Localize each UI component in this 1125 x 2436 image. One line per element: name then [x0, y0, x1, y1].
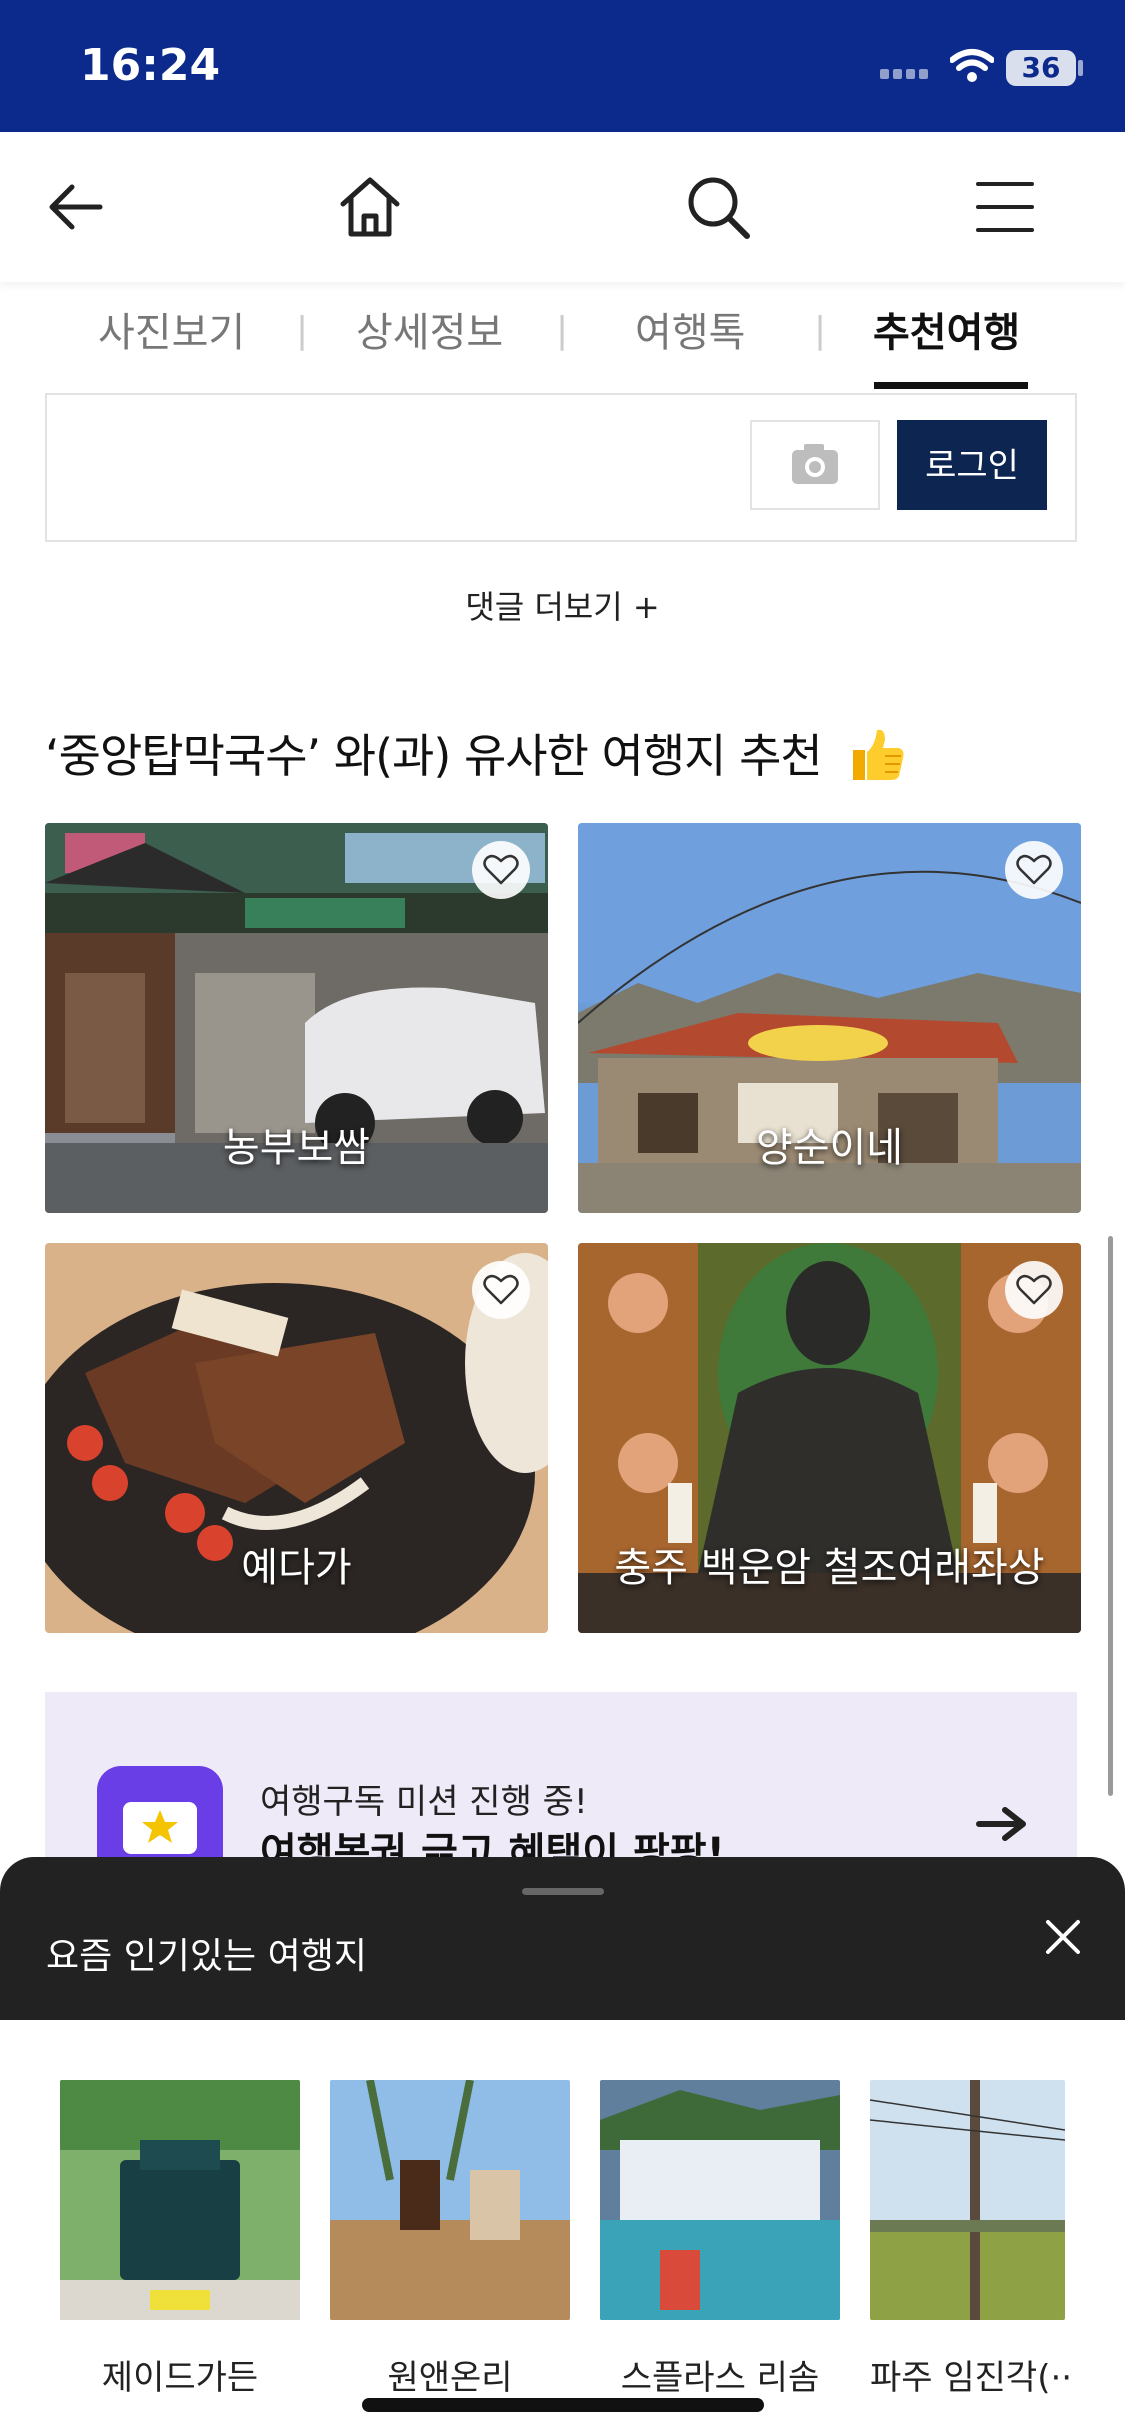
bottom-sheet-title: 요즘 인기있는 여행지	[46, 1936, 367, 1977]
arrow-right-icon	[976, 1807, 1026, 1841]
favorite-button[interactable]	[1005, 841, 1063, 899]
more-comments-link[interactable]: 댓글 더보기 +	[0, 582, 1125, 628]
active-tab-indicator	[874, 382, 1028, 389]
heart-icon	[483, 1274, 519, 1305]
heart-icon	[1016, 1274, 1052, 1305]
tab-separator: |	[814, 310, 827, 351]
favorite-button[interactable]	[472, 841, 530, 899]
scrollbar[interactable]	[1108, 1236, 1113, 1796]
popular-destination-image[interactable]	[60, 2080, 300, 2320]
cellular-signal-icon	[880, 64, 932, 79]
tab-separator: |	[556, 310, 569, 351]
section-title: ‘중앙탑막국수’ 와(과) 유사한 여행지 추천	[45, 720, 909, 786]
wifi-icon	[950, 49, 994, 82]
popular-destination-label: 원앤온리	[387, 2358, 513, 2398]
recommendation-card[interactable]: 충주 백운암 철조여래좌상	[578, 1243, 1081, 1633]
tab-details[interactable]: 상세정보	[356, 300, 503, 358]
card-label: 예다가	[241, 1545, 352, 1591]
photo-attach-button[interactable]	[750, 420, 880, 510]
tab-separator: |	[296, 310, 309, 351]
card-label: 충주 백운암 철조여래좌상	[614, 1545, 1045, 1591]
battery-icon: 36	[1006, 50, 1076, 86]
search-icon[interactable]	[683, 172, 753, 242]
popular-destination-image[interactable]	[600, 2080, 840, 2320]
home-icon[interactable]	[335, 172, 405, 242]
banner-subtitle: 여행구독 미션 진행 중!	[260, 1782, 588, 1822]
back-arrow-icon[interactable]	[40, 172, 110, 242]
drag-handle[interactable]	[522, 1888, 604, 1895]
card-label: 농부보쌈	[222, 1125, 371, 1171]
popular-destination-label: 제이드가든	[101, 2358, 259, 2398]
camera-icon	[792, 444, 838, 484]
top-nav-bar	[0, 132, 1125, 282]
favorite-button[interactable]	[472, 1261, 530, 1319]
popular-destination-image[interactable]	[870, 2080, 1065, 2320]
recommendation-card[interactable]: 예다가	[45, 1243, 548, 1633]
section-title-text: ‘중앙탑막국수’ 와(과) 유사한 여행지 추천	[45, 729, 823, 783]
card-label: 양순이네	[755, 1125, 904, 1171]
popular-destination-image[interactable]	[330, 2080, 570, 2320]
thumbs-up-icon	[853, 729, 904, 780]
battery-tip	[1078, 60, 1083, 76]
popular-destination-label: 파주 임진각(··	[870, 2358, 1073, 2398]
menu-icon[interactable]	[970, 172, 1040, 242]
status-time: 16:24	[80, 40, 221, 91]
recommendation-card[interactable]: 농부보쌈	[45, 823, 548, 1213]
tab-recommended-travel[interactable]: 추천여행	[873, 300, 1020, 358]
tab-travel-talk[interactable]: 여행톡	[635, 300, 745, 358]
login-button[interactable]: 로그인	[897, 420, 1047, 510]
popular-destination-label: 스플라스 리솜	[620, 2358, 820, 2398]
favorite-button[interactable]	[1005, 1261, 1063, 1319]
close-icon[interactable]	[1042, 1916, 1084, 1958]
heart-icon	[483, 854, 519, 885]
recommendation-card[interactable]: 양순이네	[578, 823, 1081, 1213]
tab-photos[interactable]: 사진보기	[98, 300, 245, 358]
heart-icon	[1016, 854, 1052, 885]
home-indicator	[362, 2398, 764, 2412]
